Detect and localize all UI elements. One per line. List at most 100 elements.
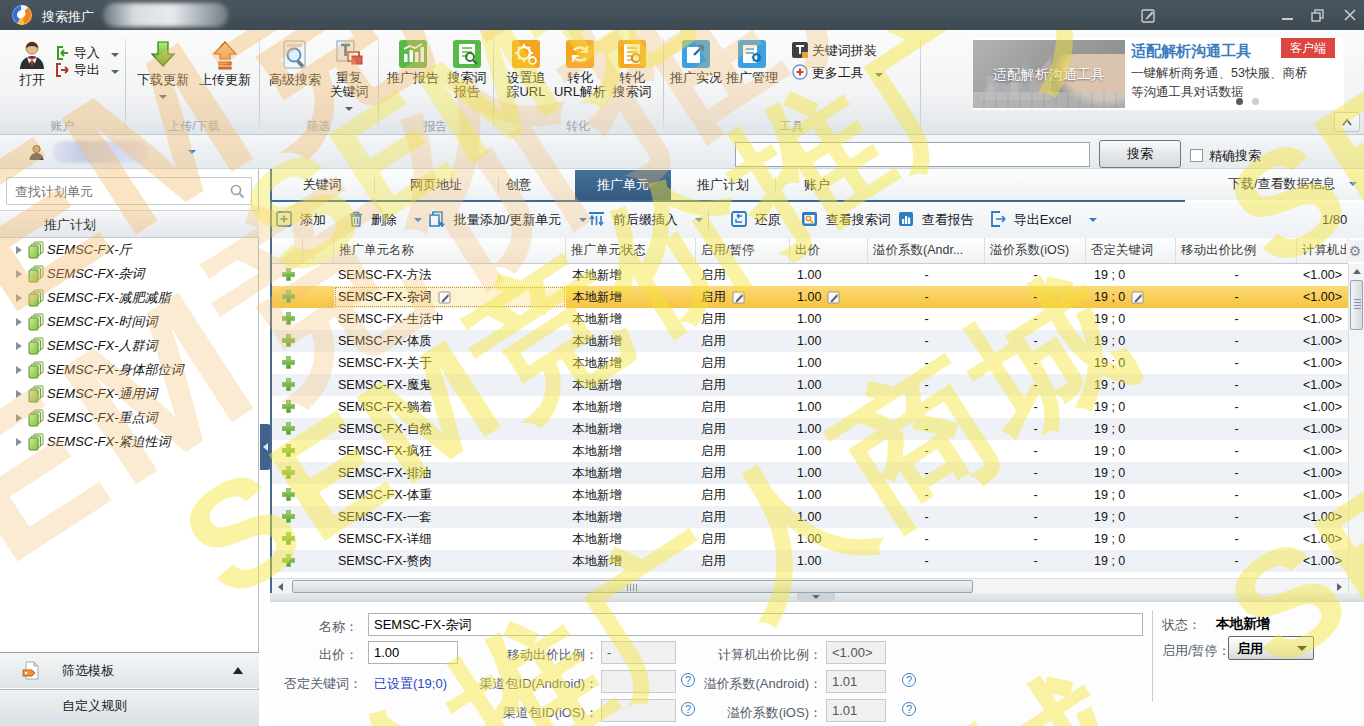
delete-button[interactable]: 删除: [349, 202, 422, 238]
plan-tree-item[interactable]: SEMSC-FX-斤: [0, 238, 259, 262]
column-settings-gear-icon[interactable]: ⚙: [1346, 240, 1364, 262]
expand-plus-icon[interactable]: [272, 462, 303, 484]
bid-input[interactable]: [368, 641, 458, 664]
plan-tree-item[interactable]: SEMSC-FX-杂词: [0, 262, 259, 286]
expand-plus-icon[interactable]: [272, 528, 303, 550]
open-account-button[interactable]: 打开: [10, 40, 54, 87]
maximize-button[interactable]: [1308, 6, 1328, 24]
expand-plus-icon[interactable]: [272, 440, 303, 462]
exact-search-checkbox[interactable]: [1190, 149, 1203, 162]
expand-plus-icon[interactable]: [272, 550, 303, 572]
column-header[interactable]: 移动出价比例: [1176, 238, 1297, 263]
download-info-link[interactable]: 下载/查看数据信息: [1228, 175, 1357, 193]
expand-plus-icon[interactable]: [272, 374, 303, 396]
tree-expand-icon[interactable]: [16, 414, 22, 422]
batch-add-button[interactable]: 批量添加/更新单元: [429, 202, 587, 238]
table-row[interactable]: SEMSC-FX-魔鬼本地新增启用1.00--19 ; 0-<1.00>: [272, 374, 1348, 396]
help-icon[interactable]: ?: [681, 702, 695, 716]
convert-url-parse-button[interactable]: 转化URL解析: [552, 40, 608, 99]
carousel-dot[interactable]: [1252, 98, 1259, 105]
plan-tree-item[interactable]: SEMSC-FX-减肥减脂: [0, 286, 259, 310]
restore-button[interactable]: 还原: [731, 202, 781, 238]
column-header[interactable]: 推广单元状态: [566, 238, 696, 263]
duplicate-keywords-button[interactable]: 重复关键词: [324, 40, 374, 114]
table-row[interactable]: SEMSC-FX-排油本地新增启用1.00--19 ; 0-<1.00>: [272, 462, 1348, 484]
expand-plus-icon[interactable]: [272, 396, 303, 418]
expand-plus-icon[interactable]: [272, 352, 303, 374]
more-tools-button[interactable]: 更多工具: [792, 64, 883, 81]
column-header[interactable]: [303, 238, 334, 263]
onoff-select[interactable]: 启用: [1228, 636, 1314, 660]
plan-tree-item[interactable]: SEMSC-FX-人群词: [0, 334, 259, 358]
plan-tree-item[interactable]: SEMSC-FX-时间词: [0, 310, 259, 334]
minimize-button[interactable]: [1278, 6, 1298, 24]
expand-plus-icon[interactable]: [272, 418, 303, 440]
upload-update-button[interactable]: 上传更新: [196, 40, 254, 87]
column-header[interactable]: 启用/暂停: [696, 238, 790, 263]
column-header[interactable]: 出价: [790, 238, 868, 263]
tab-5[interactable]: 推广计划: [671, 170, 775, 200]
export-button[interactable]: 导出: [55, 61, 119, 78]
search-button[interactable]: 搜索: [1099, 140, 1181, 168]
convert-search-terms-button[interactable]: 转化搜索词: [608, 40, 656, 99]
carousel-dot-active[interactable]: [1236, 98, 1243, 105]
tree-expand-icon[interactable]: [16, 390, 22, 398]
tree-expand-icon[interactable]: [16, 438, 22, 446]
table-row[interactable]: SEMSC-FX-关于本地新增启用1.00--19 ; 0-<1.00>: [272, 352, 1348, 374]
vertical-scroll-thumb[interactable]: [1350, 280, 1363, 330]
global-search-input[interactable]: [735, 142, 1090, 167]
table-row[interactable]: SEMSC-FX-详细本地新增启用1.00--19 ; 0-<1.00>: [272, 528, 1348, 550]
tree-expand-icon[interactable]: [16, 294, 22, 302]
table-row[interactable]: SEMSC-FX-生活中本地新增启用1.00--19 ; 0-<1.00>: [272, 308, 1348, 330]
tab-3[interactable]: 创意: [462, 170, 575, 200]
account-switch-caret-icon[interactable]: [188, 150, 196, 154]
tree-expand-icon[interactable]: [16, 366, 22, 374]
column-header[interactable]: [272, 238, 303, 263]
negative-keywords-link[interactable]: 已设置(19;0): [374, 675, 447, 693]
column-header[interactable]: 溢价系数(Andr...: [868, 238, 985, 263]
promotion-live-button[interactable]: 推广实况: [668, 40, 724, 85]
expand-plus-icon[interactable]: [272, 330, 303, 352]
table-row[interactable]: SEMSC-FX-体重本地新增启用1.00--19 ; 0-<1.00>: [272, 484, 1348, 506]
filter-template-bar[interactable]: 筛选模板: [0, 652, 259, 688]
horizontal-scrollbar[interactable]: [272, 578, 1348, 593]
table-row[interactable]: SEMSC-FX-杂词本地新增启用1.00--19 ; 0-<1.00>: [272, 286, 1348, 308]
splitter-collapse-button[interactable]: [797, 593, 835, 601]
tree-expand-icon[interactable]: [16, 342, 22, 350]
tree-expand-icon[interactable]: [16, 270, 22, 278]
column-header[interactable]: 溢价系数(iOS): [985, 238, 1086, 263]
promotion-manage-button[interactable]: 推广管理: [724, 40, 780, 85]
plan-search-input[interactable]: [6, 177, 252, 205]
tab-1[interactable]: 关键词: [270, 170, 374, 200]
export-excel-button[interactable]: 导出Excel: [990, 202, 1097, 238]
add-button[interactable]: 添加: [276, 202, 326, 238]
table-row[interactable]: SEMSC-FX-一套本地新增启用1.00--19 ; 0-<1.00>: [272, 506, 1348, 528]
tree-expand-icon[interactable]: [16, 318, 22, 326]
banner-title[interactable]: 适配解析沟通工具: [1131, 42, 1251, 61]
column-header[interactable]: 计算机出价比例: [1297, 238, 1348, 263]
plan-tree-item[interactable]: SEMSC-FX-身体部位词: [0, 358, 259, 382]
view-report-button[interactable]: 查看报告: [898, 202, 974, 238]
tree-expand-icon[interactable]: [16, 246, 22, 254]
table-row[interactable]: SEMSC-FX-疯狂本地新增启用1.00--19 ; 0-<1.00>: [272, 440, 1348, 462]
plan-tree-item[interactable]: SEMSC-FX-紧迫性词: [0, 430, 259, 454]
download-update-button[interactable]: 下载更新: [134, 40, 192, 102]
help-icon[interactable]: ?: [681, 673, 695, 687]
search-terms-report-button[interactable]: 搜索词报告: [442, 40, 492, 99]
help-icon[interactable]: ?: [902, 673, 916, 687]
expand-plus-icon[interactable]: [272, 484, 303, 506]
help-icon[interactable]: ?: [902, 702, 916, 716]
expand-plus-icon[interactable]: [272, 264, 303, 286]
track-url-button[interactable]: 设置追踪URL: [500, 40, 552, 99]
advanced-search-button[interactable]: 高级搜索: [266, 40, 324, 87]
table-row[interactable]: SEMSC-FX-自然本地新增启用1.00--19 ; 0-<1.00>: [272, 418, 1348, 440]
ribbon-collapse-button[interactable]: [1334, 112, 1360, 132]
promotion-report-button[interactable]: 推广报告: [385, 40, 441, 85]
plan-tree-item[interactable]: SEMSC-FX-重点词: [0, 406, 259, 430]
vertical-scrollbar[interactable]: [1348, 264, 1364, 606]
table-row[interactable]: SEMSC-FX-赘肉本地新增启用1.00--19 ; 0-<1.00>: [272, 550, 1348, 572]
tab-6[interactable]: 账户: [775, 170, 859, 200]
feedback-icon[interactable]: [1138, 6, 1158, 24]
column-header[interactable]: 否定关键词: [1086, 238, 1176, 263]
plan-tree-item[interactable]: SEMSC-FX-通用词: [0, 382, 259, 406]
